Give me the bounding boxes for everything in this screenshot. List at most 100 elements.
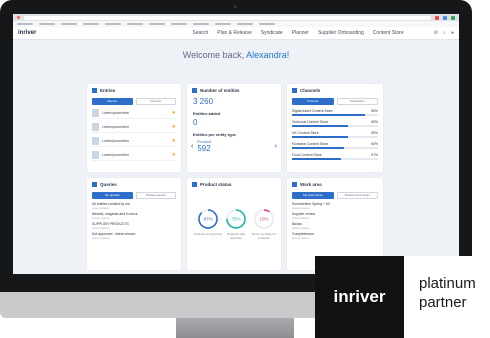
channels-icon <box>292 88 297 93</box>
channel-row[interactable]: Footwear Content Store 60% <box>287 142 383 149</box>
product-status-title: Product status <box>200 182 232 187</box>
tab-channel[interactable]: Channel <box>292 98 334 105</box>
query-item[interactable]: SUPPLIER PRODUCTS Lorem ipsum <box>92 222 176 230</box>
channel-list: Digital Asset Content Store 85% Technical … <box>287 109 383 160</box>
entries-card: Entries Recent Favorite Lorem ipsum item… <box>87 84 181 172</box>
product-status-header: Product status <box>187 178 281 189</box>
nav-search[interactable]: Search <box>192 30 208 36</box>
bookmark[interactable] <box>171 23 187 25</box>
nav-planner[interactable]: Planner <box>292 30 309 36</box>
nav-supplier-onboarding[interactable]: Supplier Onboarding <box>318 30 364 36</box>
product-thumbnail <box>92 123 99 131</box>
work-area-item[interactable]: Supplier review Lorem ipsum <box>292 212 378 220</box>
bookmark[interactable] <box>83 23 99 25</box>
tab-shared-work-areas[interactable]: Shared work areas <box>336 192 378 199</box>
entities-added-value: 0 <box>193 118 198 127</box>
partner-word: partner <box>419 294 467 311</box>
entities-title: Number of entities <box>200 88 240 93</box>
entities-count: 3 260 <box>193 97 214 106</box>
work-area-item[interactable]: Summertime Spring + 60 Lorem ipsum <box>292 202 378 210</box>
query-sub: Lorem ipsum <box>92 236 110 240</box>
channel-row[interactable]: UK Content Store 65% <box>287 131 383 138</box>
bookmark[interactable] <box>17 23 33 25</box>
window-close-dot[interactable] <box>17 16 20 19</box>
channel-percent: 85% <box>371 109 378 113</box>
channel-row[interactable]: Digital Asset Content Store 85% <box>287 109 383 116</box>
star-icon[interactable]: ★ <box>172 110 176 116</box>
channels-header: Channels <box>287 84 383 95</box>
settings-icon[interactable]: ⚙ <box>434 30 438 36</box>
list-item[interactable]: Lorem ipsum item ★ <box>92 122 176 133</box>
tab-my-queries[interactable]: My queries <box>92 192 133 199</box>
status-ring: 10% <box>254 209 274 229</box>
chevron-right-icon[interactable]: › <box>275 143 277 150</box>
bookmark[interactable] <box>193 23 209 25</box>
extension-icon[interactable] <box>451 15 455 20</box>
search-icon[interactable]: ⌕ <box>443 30 446 36</box>
extension-icon[interactable] <box>443 15 447 20</box>
channel-percent: 65% <box>371 131 378 135</box>
partner-badge: inriver platinum partner <box>315 256 490 338</box>
channel-percent: 60% <box>371 142 378 146</box>
channel-row[interactable]: Technical Content Store 65% <box>287 120 383 127</box>
nav-content-store[interactable]: Content Store <box>373 30 404 36</box>
chevron-left-icon[interactable]: ‹ <box>191 143 193 150</box>
tab-shared-queries[interactable]: Shared queries <box>135 192 176 199</box>
channel-progress-bar <box>292 158 378 160</box>
work-area-sub: Lorem ipsum <box>292 236 310 240</box>
channel-progress-bar <box>292 136 378 138</box>
star-icon[interactable]: ★ <box>172 138 176 144</box>
nav-syndicate[interactable]: Syndicate <box>261 30 283 36</box>
list-item[interactable]: Lorem ipsum item ★ <box>92 136 176 147</box>
entry-label: Lorem ipsum item <box>102 125 129 129</box>
bookmark[interactable] <box>61 23 77 25</box>
user-avatar-icon[interactable]: ● <box>451 30 454 36</box>
bookmark[interactable] <box>259 23 275 25</box>
product-thumbnail <box>92 137 99 145</box>
app-logo[interactable]: inriver <box>18 30 36 36</box>
welcome-heading: Welcome back, Alexandra! <box>13 50 459 60</box>
star-icon[interactable]: ★ <box>172 124 176 130</box>
list-item[interactable]: Lorem ipsum item ★ <box>92 150 176 161</box>
work-area-item[interactable]: Basics Lorem ipsum <box>292 222 378 230</box>
tab-my-work-areas[interactable]: My work areas <box>292 192 334 199</box>
query-item[interactable]: All entities created by me Lorem ipsum <box>92 202 176 210</box>
work-area-sub: Lorem ipsum <box>292 216 310 220</box>
star-icon[interactable]: ★ <box>172 152 176 158</box>
entities-icon <box>192 88 197 93</box>
product-thumbnail <box>92 151 99 159</box>
queries-header: Queries <box>87 178 181 189</box>
channel-row[interactable]: Food Content Store 57% <box>287 153 383 160</box>
bookmark[interactable] <box>39 23 55 25</box>
entries-header: Entries <box>87 84 181 95</box>
channel-name: Technical Content Store <box>292 120 328 124</box>
ring-label: Products with accuracy <box>226 232 245 240</box>
entity-type-carousel: ‹ Product 592 › <box>187 137 281 155</box>
query-item[interactable]: Not approved - latest version Lorem ipsum <box>92 232 176 240</box>
channel-progress-fill <box>292 125 348 127</box>
product-status-icon <box>192 182 197 187</box>
tab-favorite[interactable]: Favorite <box>135 98 176 105</box>
channel-progress-fill <box>292 147 344 149</box>
status-ring: 75% <box>226 209 246 229</box>
tab-publication[interactable]: Publication <box>336 98 378 105</box>
bookmark[interactable] <box>215 23 231 25</box>
channel-progress-fill <box>292 114 366 116</box>
channel-name: Food Content Store <box>292 153 322 157</box>
bookmark[interactable] <box>149 23 165 25</box>
bookmark[interactable] <box>237 23 253 25</box>
entries-icon <box>92 88 97 93</box>
list-item[interactable]: Lorem ipsum item ★ <box>92 108 176 119</box>
extension-icon[interactable] <box>435 15 439 20</box>
channel-percent: 65% <box>371 120 378 124</box>
channel-progress-fill <box>292 136 348 138</box>
entry-label: Lorem ipsum item <box>102 139 129 143</box>
query-item[interactable]: Newest, magenta and in stock Lorem ipsum <box>92 212 176 220</box>
bookmark[interactable] <box>105 23 121 25</box>
entities-per-type-label: Entities per entity type <box>193 132 236 137</box>
bookmark[interactable] <box>127 23 143 25</box>
address-bar[interactable] <box>24 15 431 20</box>
nav-plan-release[interactable]: Plan & Release <box>217 30 251 36</box>
work-area-item[interactable]: Completeness Lorem ipsum <box>292 232 378 240</box>
tab-recent[interactable]: Recent <box>92 98 133 105</box>
